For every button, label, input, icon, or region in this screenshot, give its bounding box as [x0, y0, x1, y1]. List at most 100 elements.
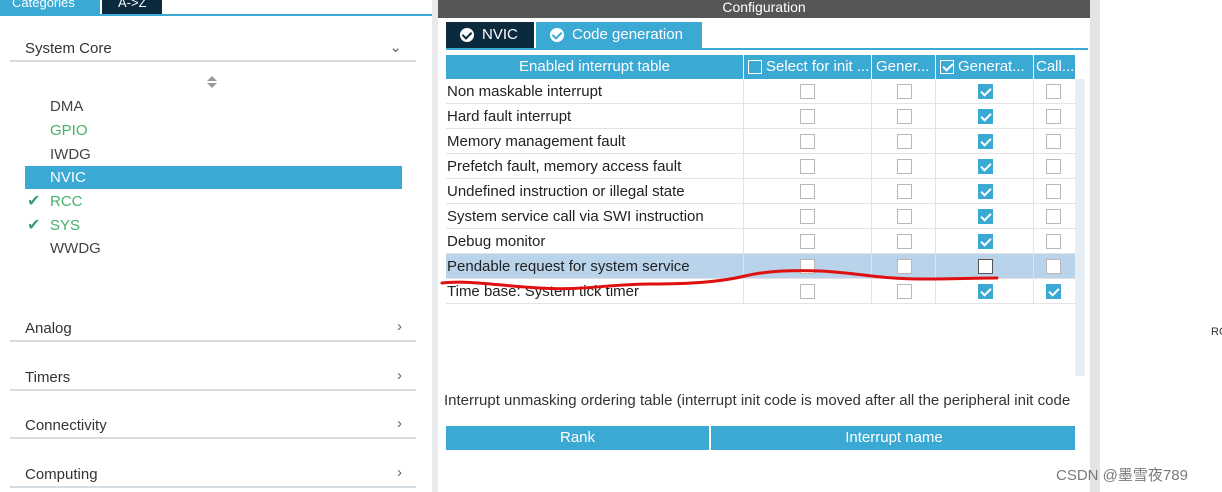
call-hal-handler-checkbox[interactable] [1046, 184, 1061, 199]
generate-irq-handler-checkbox[interactable] [978, 184, 993, 199]
interrupt-name-cell: Hard fault interrupt [446, 104, 744, 129]
table-row[interactable]: Time base: System tick timer [446, 279, 1075, 304]
peripheral-label: WWDG [50, 240, 101, 257]
column-header-interrupt-name[interactable]: Interrupt name [713, 426, 1075, 450]
divider [10, 437, 416, 439]
table-row[interactable]: Debug monitor [446, 229, 1075, 254]
column-header-generate-irq-handler[interactable]: Generat... [936, 55, 1034, 79]
divider [10, 340, 416, 342]
call-hal-handler-checkbox[interactable] [1046, 134, 1061, 149]
category-analog[interactable]: Analog › [10, 312, 416, 342]
checkbox-cell [936, 129, 1034, 154]
chevron-right-icon[interactable]: › [397, 415, 402, 432]
column-header-rank[interactable]: Rank [446, 426, 711, 450]
select-for-init-checkbox[interactable] [800, 159, 815, 174]
column-header-call-hal-handler[interactable]: Call... [1034, 55, 1075, 79]
select-for-init-checkbox[interactable] [800, 134, 815, 149]
peripheral-item-gpio[interactable]: GPIO [25, 119, 402, 142]
checkbox-cell [872, 279, 936, 304]
call-hal-handler-checkbox[interactable] [1046, 159, 1061, 174]
table-row[interactable]: System service call via SWI instruction [446, 204, 1075, 229]
interrupt-name-cell: System service call via SWI instruction [446, 204, 744, 229]
select-for-init-checkbox[interactable] [800, 109, 815, 124]
peripheral-item-wwdg[interactable]: WWDG [25, 237, 402, 260]
select-for-init-checkbox[interactable] [800, 184, 815, 199]
category-system-core[interactable]: System Core ⌄ [10, 32, 416, 62]
sort-icon[interactable] [207, 76, 217, 90]
generate-irq-handler-checkbox[interactable] [978, 109, 993, 124]
select-for-init-checkbox[interactable] [800, 84, 815, 99]
checkbox-cell [872, 254, 936, 279]
select-for-init-checkbox[interactable] [800, 259, 815, 274]
tab-code-generation[interactable]: Code generation [536, 22, 702, 48]
checkmark-icon: ✔ [27, 217, 41, 234]
table-row[interactable]: Hard fault interrupt [446, 104, 1075, 129]
table-row[interactable]: Non maskable interrupt [446, 79, 1075, 104]
generate-enable-checkbox[interactable] [897, 259, 912, 274]
generate-enable-checkbox[interactable] [897, 84, 912, 99]
peripheral-item-dma[interactable]: DMA [25, 95, 402, 118]
chevron-right-icon[interactable]: › [397, 367, 402, 384]
checkbox-cell [744, 104, 872, 129]
tab-label: Code generation [572, 26, 683, 43]
category-label: Computing [25, 466, 98, 483]
table-scrollbar[interactable] [1075, 79, 1085, 376]
interrupt-name-cell: Time base: System tick timer [446, 279, 744, 304]
call-hal-handler-checkbox[interactable] [1046, 234, 1061, 249]
chevron-right-icon[interactable]: › [397, 318, 402, 335]
call-hal-handler-checkbox[interactable] [1046, 209, 1061, 224]
chevron-right-icon[interactable]: › [397, 464, 402, 481]
category-label: Analog [25, 320, 72, 337]
generate-irq-handler-checkbox[interactable] [978, 259, 993, 274]
table-row[interactable]: Memory management fault [446, 129, 1075, 154]
interrupt-name-cell: Pendable request for system service [446, 254, 744, 279]
call-hal-handler-checkbox[interactable] [1046, 259, 1061, 274]
generate-irq-handler-checkbox[interactable] [978, 159, 993, 174]
call-hal-handler-checkbox[interactable] [1046, 84, 1061, 99]
generate-enable-checkbox[interactable] [897, 209, 912, 224]
category-label: Connectivity [25, 417, 107, 434]
peripheral-item-nvic[interactable]: NVIC [25, 166, 402, 189]
call-hal-handler-checkbox[interactable] [1046, 109, 1061, 124]
tab-a-z[interactable]: A->Z [102, 0, 162, 14]
checkbox-cell [1034, 279, 1075, 304]
generate-irq-handler-checkbox[interactable] [978, 134, 993, 149]
generate-irq-handler-checkbox[interactable] [978, 209, 993, 224]
column-header-label: Generat... [958, 58, 1025, 75]
select-all-checkbox[interactable] [748, 60, 762, 74]
tab-categories[interactable]: Categories [0, 0, 100, 14]
select-for-init-checkbox[interactable] [800, 284, 815, 299]
call-hal-handler-checkbox[interactable] [1046, 284, 1061, 299]
generate-enable-checkbox[interactable] [897, 134, 912, 149]
select-all-checkbox[interactable] [940, 60, 954, 74]
select-for-init-checkbox[interactable] [800, 234, 815, 249]
peripheral-item-rcc[interactable]: ✔ RCC [25, 190, 402, 213]
generate-irq-handler-checkbox[interactable] [978, 84, 993, 99]
checkbox-cell [872, 179, 936, 204]
checkbox-cell [872, 154, 936, 179]
category-connectivity[interactable]: Connectivity › [10, 409, 416, 439]
peripheral-label: DMA [50, 98, 84, 115]
generate-irq-handler-checkbox[interactable] [978, 284, 993, 299]
table-row[interactable]: Prefetch fault, memory access fault [446, 154, 1075, 179]
select-for-init-checkbox[interactable] [800, 209, 815, 224]
column-header-generate-enable[interactable]: Gener... [872, 55, 936, 79]
column-header-select-for-init[interactable]: Select for init ... [744, 55, 872, 79]
category-computing[interactable]: Computing › [10, 458, 416, 488]
generate-enable-checkbox[interactable] [897, 184, 912, 199]
generate-enable-checkbox[interactable] [897, 109, 912, 124]
generate-enable-checkbox[interactable] [897, 284, 912, 299]
table-row[interactable]: Undefined instruction or illegal state [446, 179, 1075, 204]
column-header-interrupt[interactable]: Enabled interrupt table [446, 55, 744, 79]
table-header: Enabled interrupt table Select for init … [446, 55, 1075, 79]
generate-irq-handler-checkbox[interactable] [978, 234, 993, 249]
generate-enable-checkbox[interactable] [897, 159, 912, 174]
category-timers[interactable]: Timers › [10, 361, 416, 391]
generate-enable-checkbox[interactable] [897, 234, 912, 249]
table-row[interactable]: Pendable request for system service [446, 254, 1075, 279]
chevron-down-icon[interactable]: ⌄ [389, 38, 402, 56]
peripheral-item-iwdg[interactable]: IWDG [25, 143, 402, 166]
tab-nvic[interactable]: NVIC [446, 22, 534, 48]
peripheral-item-sys[interactable]: ✔ SYS [25, 214, 402, 237]
interrupt-name-cell: Non maskable interrupt [446, 79, 744, 104]
